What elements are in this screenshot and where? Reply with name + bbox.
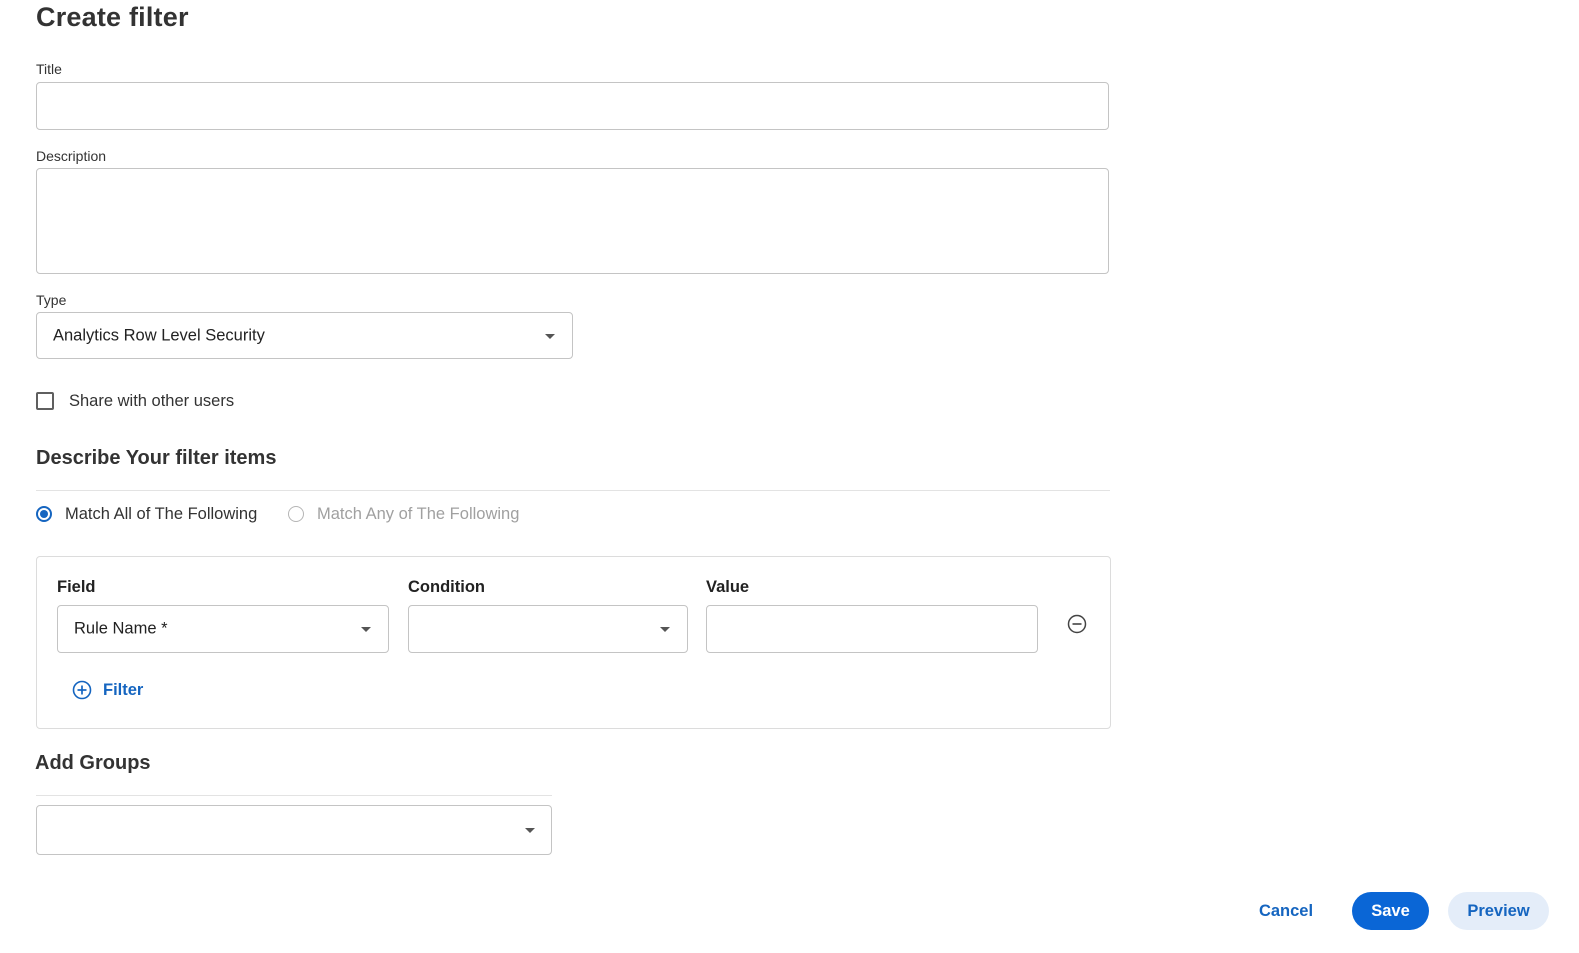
type-select[interactable]: Analytics Row Level Security <box>36 312 573 359</box>
add-groups-heading: Add Groups <box>35 752 151 774</box>
chevron-down-icon <box>545 333 555 339</box>
share-checkbox[interactable] <box>36 392 54 410</box>
chevron-down-icon <box>525 828 535 833</box>
match-all-label: Match All of The Following <box>65 504 258 523</box>
add-filter-label: Filter <box>103 680 144 699</box>
cancel-button[interactable]: Cancel <box>1244 892 1328 930</box>
add-groups-divider <box>36 795 552 796</box>
type-label: Type <box>36 292 67 308</box>
value-column-header: Value <box>706 578 750 596</box>
condition-column-header: Condition <box>408 578 485 596</box>
share-checkbox-row[interactable]: Share with other users <box>36 390 234 412</box>
remove-circle-icon[interactable] <box>1067 614 1087 634</box>
share-checkbox-label: Share with other users <box>69 391 235 410</box>
field-column-header: Field <box>57 578 96 596</box>
value-input[interactable] <box>706 605 1038 653</box>
condition-select[interactable] <box>408 605 688 653</box>
save-button[interactable]: Save <box>1352 892 1429 930</box>
match-any-option[interactable]: Match Any of The Following <box>288 503 519 525</box>
preview-button[interactable]: Preview <box>1448 892 1549 930</box>
page-title: Create filter <box>36 2 189 32</box>
type-select-value: Analytics Row Level Security <box>53 326 265 344</box>
description-label: Description <box>36 148 107 164</box>
filter-items-heading: Describe Your filter items <box>36 447 277 469</box>
match-all-option[interactable]: Match All of The Following <box>36 503 257 525</box>
title-label: Title <box>36 61 62 77</box>
field-select-value: Rule Name * <box>74 619 168 638</box>
filter-rules-card: Field Condition Value Rule Name * Filter <box>36 556 1111 729</box>
chevron-down-icon <box>361 627 371 632</box>
filter-items-divider <box>36 490 1110 491</box>
add-circle-icon <box>72 680 92 700</box>
chevron-down-icon <box>660 627 670 632</box>
match-all-radio[interactable] <box>36 506 52 522</box>
create-filter-page: Create filter Title Description Type Ana… <box>0 0 1579 953</box>
match-any-radio[interactable] <box>288 506 304 522</box>
groups-select[interactable] <box>36 805 552 855</box>
match-any-label: Match Any of The Following <box>317 504 520 523</box>
field-select[interactable]: Rule Name * <box>57 605 389 653</box>
title-input[interactable] <box>36 82 1109 130</box>
description-textarea[interactable] <box>36 168 1109 274</box>
add-filter-button[interactable]: Filter <box>72 679 143 701</box>
